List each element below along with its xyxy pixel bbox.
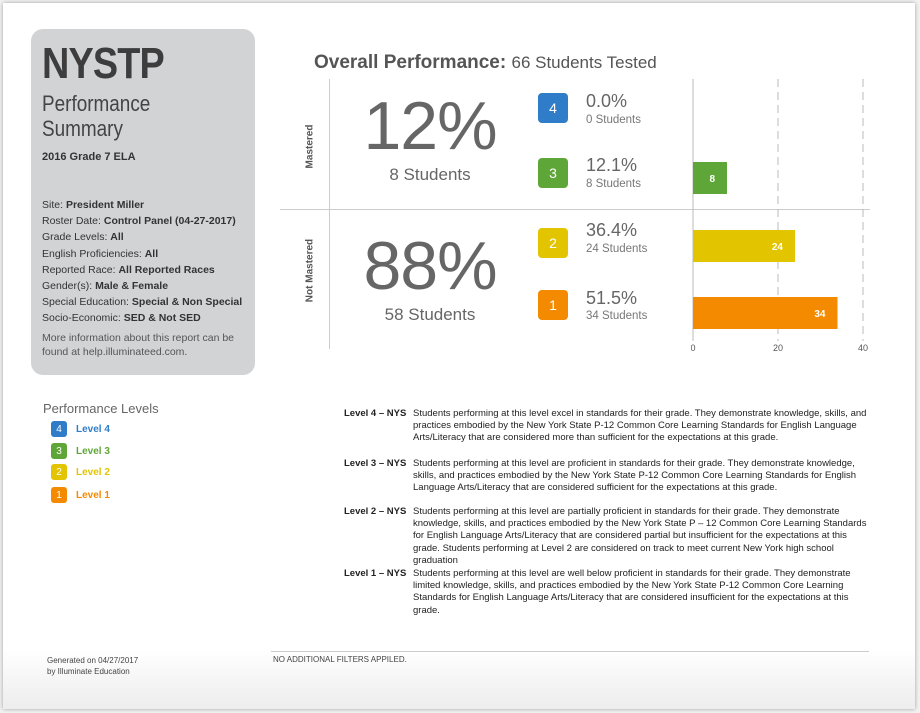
x-tick-label: 20 — [773, 343, 783, 353]
description-text: Students performing at this level excel … — [413, 408, 867, 444]
level-bar-chart: 8 24 34 0 20 40 — [690, 79, 871, 353]
meta-special-education: Special Education: Special & Non Special — [42, 296, 243, 309]
x-tick-label: 40 — [858, 343, 868, 353]
level-3-badge: 3 — [51, 443, 67, 459]
level-1-badge: 1 — [51, 487, 67, 503]
meta-socio-economic: Socio-Economic: SED & Not SED — [42, 312, 201, 325]
level-4-percent: 0.0% — [586, 91, 628, 111]
bar-chart-svg: 8 24 34 0 20 40 — [690, 79, 868, 353]
description-text: Students performing at this level are pr… — [413, 458, 857, 494]
x-tick-label: 0 — [691, 343, 696, 353]
description-text: Students performing at this level are pa… — [413, 506, 867, 566]
level-1-box: 1 — [538, 290, 568, 320]
subtitle-line-2: Summary — [42, 116, 123, 141]
page-shade — [3, 649, 915, 709]
level-1-percent: 51.5% — [586, 288, 638, 308]
not-mastered-percent: 88% — [363, 228, 497, 304]
generated-by: by Illuminate Education — [47, 667, 130, 676]
bar-data-label: 24 — [772, 242, 784, 253]
more-info-text: More information about this report can b… — [42, 332, 235, 358]
legend-item-level-4: 4 Level 4 — [51, 421, 110, 437]
description-level-label: Level 4 – NYS — [344, 408, 407, 419]
description-text: Students performing at this level are we… — [413, 568, 851, 616]
mastered-percent: 12% — [363, 88, 497, 164]
students-tested: 66 Students Tested — [511, 53, 657, 72]
legend-label: Level 4 — [76, 423, 110, 435]
legend-item-level-2: 2 Level 2 — [51, 464, 110, 480]
not-mastered-label: Not Mastered — [304, 238, 316, 303]
filters-note: NO ADDITIONAL FILTERS APPILED. — [273, 655, 407, 664]
level-2-percent: 36.4% — [586, 220, 638, 240]
footer-divider — [271, 651, 869, 652]
legend-label: Level 2 — [76, 466, 110, 478]
level-2-box: 2 — [538, 228, 568, 258]
level-2-students: 24 Students — [586, 243, 648, 255]
level-3-percent: 12.1% — [586, 155, 638, 175]
grade-label: 2016 Grade 7 ELA — [42, 151, 136, 163]
level-3-box: 3 — [538, 158, 568, 188]
level-4-students: 0 Students — [586, 114, 641, 126]
description-level-label: Level 1 – NYS — [344, 568, 407, 579]
legend-label: Level 3 — [76, 445, 110, 457]
meta-english-proficiencies: English Proficiencies: All — [42, 247, 159, 260]
brand-title: NYSTP — [42, 39, 165, 88]
report-page: NYSTP Performance Summary 2016 Grade 7 E… — [3, 3, 915, 709]
mastered-students: 8 Students — [389, 165, 471, 184]
bar-data-label: 8 — [709, 174, 715, 185]
meta-site: Site: President Miller — [42, 199, 145, 211]
legend-item-level-3: 3 Level 3 — [51, 443, 110, 459]
not-mastered-students: 58 Students — [384, 305, 476, 324]
summary-card: NYSTP Performance Summary 2016 Grade 7 E… — [31, 29, 255, 375]
generated-info: Generated on 04/27/2017 by Illuminate Ed… — [47, 655, 138, 677]
meta-roster-date: Roster Date: Control Panel (04-27-2017) — [42, 215, 236, 228]
performance-levels-title: Performance Levels — [43, 401, 159, 416]
level-2-badge: 2 — [51, 464, 67, 480]
generated-date: Generated on 04/27/2017 — [47, 656, 139, 665]
meta-gender: Gender(s): Male & Female — [42, 280, 169, 293]
meta-reported-race: Reported Race: All Reported Races — [42, 263, 215, 276]
level-1-students: 34 Students — [586, 310, 648, 322]
bar-data-label: 34 — [814, 309, 826, 320]
meta-grade-levels: Grade Levels: All — [42, 231, 124, 244]
overall-performance-title: Overall Performance: 66 Students Tested — [314, 52, 657, 73]
mastered-label: Mastered — [304, 124, 316, 169]
filter-meta: Site: President Miller Roster Date: Cont… — [42, 197, 242, 327]
level-4-box: 4 — [538, 93, 568, 123]
level-4-badge: 4 — [51, 421, 67, 437]
description-level-label: Level 3 – NYS — [344, 458, 407, 469]
legend-label: Level 1 — [76, 489, 110, 501]
subtitle-line-1: Performance — [42, 91, 151, 116]
description-level-label: Level 2 – NYS — [344, 506, 407, 517]
level-3-students: 8 Students — [586, 178, 641, 190]
legend-item-level-1: 1 Level 1 — [51, 487, 110, 503]
